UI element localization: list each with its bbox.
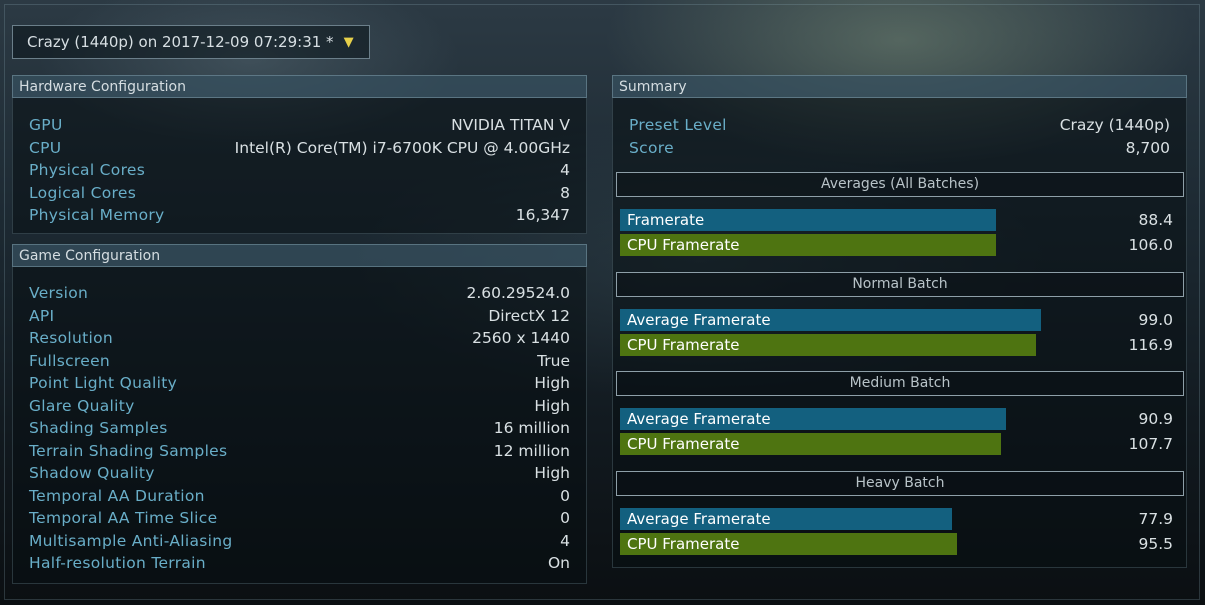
game-setting-row: Point Light Quality High [29,374,570,396]
game-setting-row: Half-resolution Terrain On [29,554,570,576]
hardware-value: 4 [560,161,570,180]
game-setting-value: True [537,351,570,370]
framerate-bar: Average Framerate [620,408,1006,430]
hardware-row: Physical Cores 4 [29,161,570,183]
cpu-framerate-value: 116.9 [1128,336,1173,354]
framerate-bar: Average Framerate [620,508,952,530]
batch-section-title: Averages (All Batches) [616,172,1184,197]
run-selector-dropdown[interactable]: Crazy (1440p) on 2017-12-09 07:29:31 * ▼ [12,25,370,59]
batch-section-title: Medium Batch [616,371,1184,396]
run-selector-label: Crazy (1440p) on 2017-12-09 07:29:31 * [27,33,334,51]
game-setting-label: Temporal AA Duration [29,486,205,505]
summary-label: Score [629,138,674,157]
batch-section-title: Heavy Batch [616,471,1184,496]
framerate-bar: Average Framerate [620,309,1041,331]
summary-value: 8,700 [1125,138,1170,157]
hardware-label: Physical Memory [29,206,165,225]
cpu-framerate-bar: CPU Framerate [620,433,1001,455]
game-setting-label: Multisample Anti-Aliasing [29,531,233,550]
game-setting-label: Glare Quality [29,396,135,415]
hardware-row: Physical Memory 16,347 [29,206,570,228]
summary-label: Preset Level [629,116,727,134]
cpu-framerate-bar: CPU Framerate [620,234,996,256]
game-setting-row: Terrain Shading Samples 12 million [29,442,570,464]
game-setting-value: High [534,374,570,392]
game-setting-label: Point Light Quality [29,374,178,392]
framerate-value: 99.0 [1138,311,1173,329]
summary-panel: Preset Level Crazy (1440p) Score 8,700 [612,98,1187,568]
framerate-bar: Framerate [620,209,996,231]
hardware-row: GPU NVIDIA TITAN V [29,116,570,138]
dropdown-arrow-icon: ▼ [343,34,354,50]
cpu-framerate-value: 95.5 [1138,535,1173,553]
cpu-framerate-bar: CPU Framerate [620,334,1036,356]
summary-row: Score 8,700 [629,139,1170,161]
game-setting-row: Shading Samples 16 million [29,419,570,441]
game-setting-row: Version 2.60.29524.0 [29,284,570,306]
hardware-config-panel: GPU NVIDIA TITAN V CPU Intel(R) Core(TM) i7… [12,98,587,234]
game-setting-value: 4 [560,531,570,550]
game-config-header: Game Configuration [12,244,587,267]
game-setting-row: API DirectX 12 [29,307,570,329]
game-setting-row: Temporal AA Time Slice 0 [29,509,570,531]
summary-header: Summary [612,75,1187,98]
hardware-config-header: Hardware Configuration [12,75,587,98]
summary-value: Crazy (1440p) [1059,116,1170,134]
hardware-value: 16,347 [515,206,570,225]
game-setting-value: 2.60.29524.0 [466,284,570,302]
game-setting-value: 16 million [493,419,570,437]
game-setting-label: Terrain Shading Samples [29,441,228,460]
game-setting-label: Temporal AA Time Slice [29,509,218,527]
game-setting-label: Resolution [29,329,113,347]
game-setting-label: Shadow Quality [29,464,155,482]
hardware-value: NVIDIA TITAN V [451,116,570,134]
cpu-framerate-value: 107.7 [1128,435,1173,453]
batch-section-title: Normal Batch [616,272,1184,297]
framerate-value: 90.9 [1138,410,1173,428]
hardware-label: CPU [29,138,62,157]
game-setting-row: Shadow Quality High [29,464,570,486]
framerate-value: 88.4 [1138,211,1173,229]
hardware-row: Logical Cores 8 [29,184,570,206]
game-setting-row: Resolution 2560 x 1440 [29,329,570,351]
game-setting-value: 2560 x 1440 [472,329,570,347]
game-setting-value: High [534,396,570,415]
game-config-panel: Version 2.60.29524.0 API DirectX 12 Resoluti… [12,267,587,584]
game-setting-value: 0 [560,509,570,527]
cpu-framerate-bar: CPU Framerate [620,533,957,555]
game-setting-row: Glare Quality High [29,397,570,419]
hardware-row: CPU Intel(R) Core(TM) i7-6700K CPU @ 4.00… [29,139,570,161]
hardware-label: GPU [29,116,63,134]
game-setting-value: 0 [560,486,570,505]
game-setting-label: Fullscreen [29,351,111,370]
game-setting-row: Fullscreen True [29,352,570,374]
cpu-framerate-value: 106.0 [1128,236,1173,254]
game-setting-value: 12 million [493,441,570,460]
game-setting-row: Multisample Anti-Aliasing 4 [29,532,570,554]
game-setting-value: DirectX 12 [488,306,570,325]
summary-row: Preset Level Crazy (1440p) [629,116,1170,138]
game-setting-label: Shading Samples [29,419,168,437]
hardware-label: Logical Cores [29,183,137,202]
game-setting-label: Half-resolution Terrain [29,554,206,572]
game-setting-row: Temporal AA Duration 0 [29,487,570,509]
hardware-value: 8 [560,183,570,202]
hardware-label: Physical Cores [29,161,146,180]
hardware-value: Intel(R) Core(TM) i7-6700K CPU @ 4.00GHz [234,138,570,157]
framerate-value: 77.9 [1138,510,1173,528]
game-setting-label: Version [29,284,89,302]
game-setting-value: On [547,554,570,572]
game-setting-value: High [534,464,570,482]
game-setting-label: API [29,306,55,325]
